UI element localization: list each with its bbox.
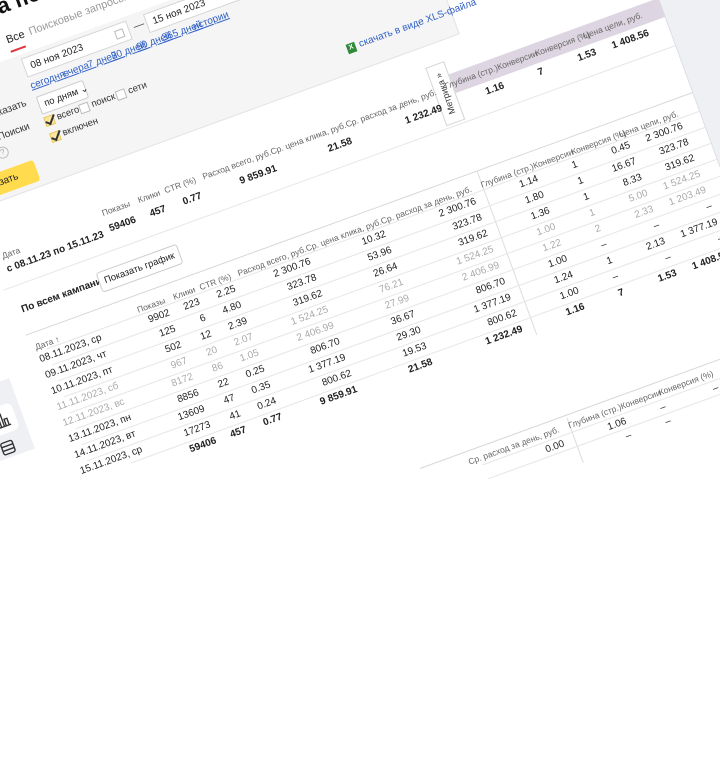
calendar-icon[interactable] xyxy=(113,28,126,40)
